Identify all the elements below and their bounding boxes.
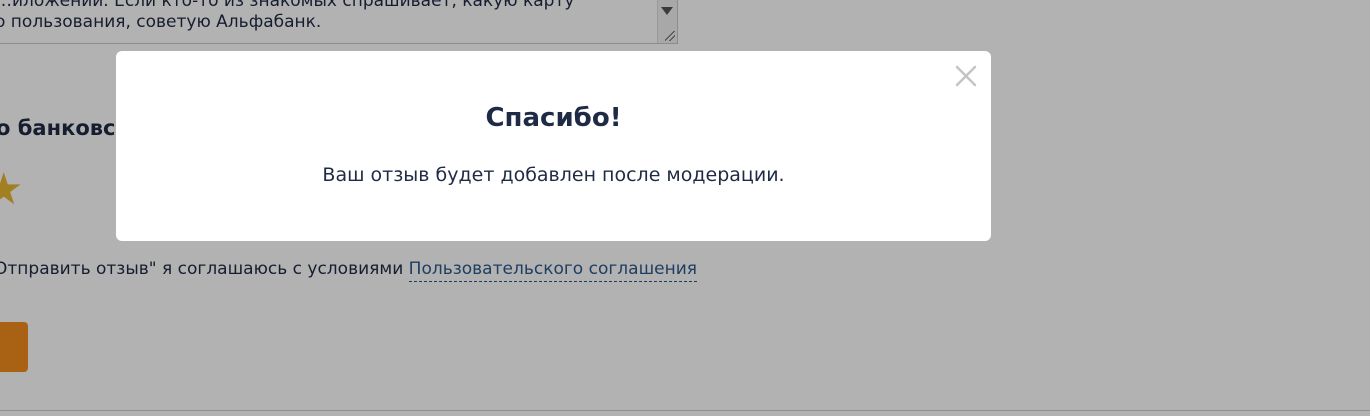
- modal-title: Спасибо!: [485, 103, 622, 133]
- thank-you-modal: Спасибо! Ваш отзыв будет добавлен после …: [116, 51, 991, 241]
- close-icon[interactable]: [954, 64, 978, 88]
- modal-message: Ваш отзыв будет добавлен после модерации…: [322, 164, 785, 186]
